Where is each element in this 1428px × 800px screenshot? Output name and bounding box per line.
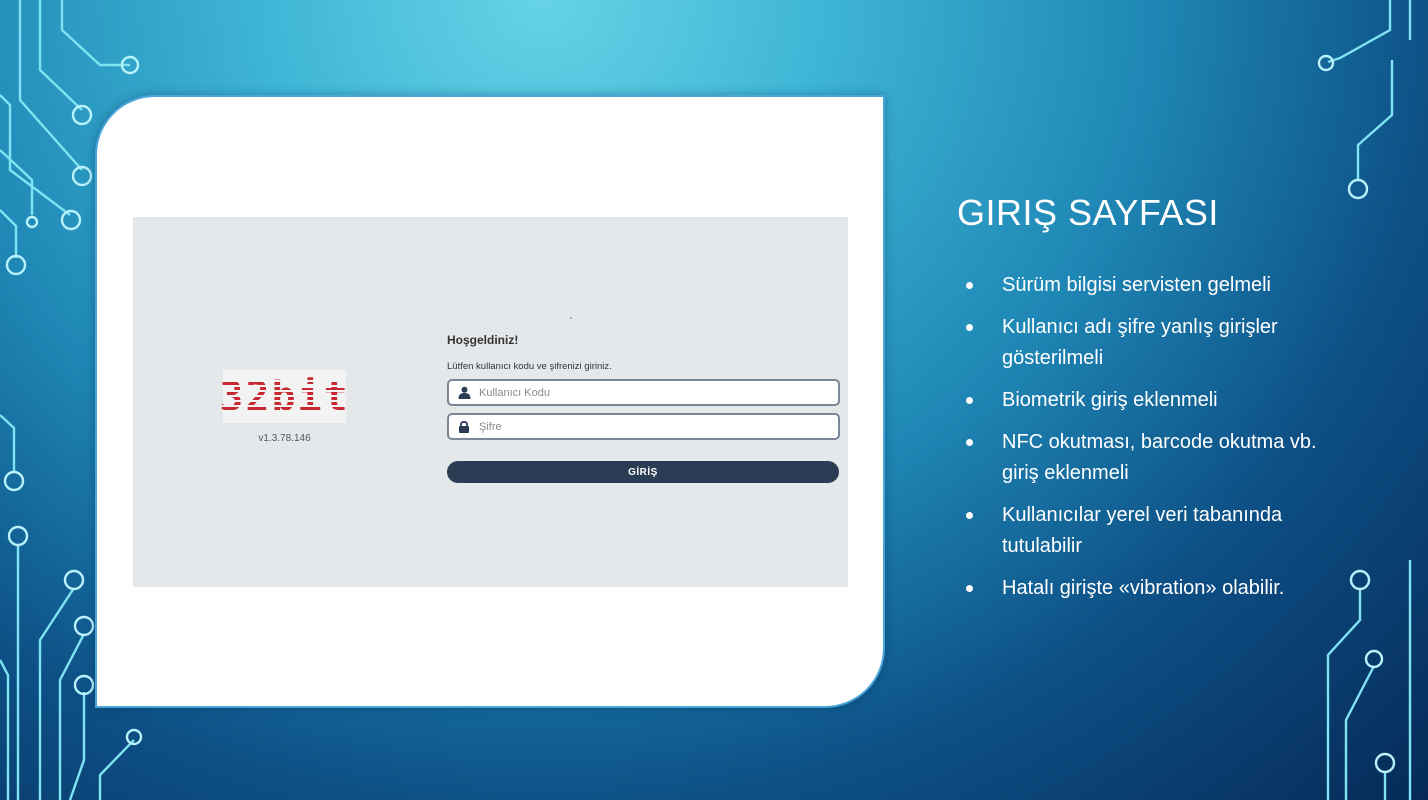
bullet-text: Kullanıcı adı şifre yanlış girişler göst… bbox=[1002, 316, 1278, 369]
company-logo: 32bit bbox=[219, 370, 348, 423]
bullet-item: Kullanıcılar yerel veri tabanında tutula… bbox=[962, 500, 1332, 562]
bullet-dot bbox=[966, 512, 973, 519]
username-field[interactable] bbox=[447, 379, 840, 406]
bullet-text: Hatalı girişte «vibration» olabilir. bbox=[1002, 577, 1285, 599]
bullet-list: Sürüm bilgisi servisten gelmeli Kullanıc… bbox=[962, 270, 1332, 615]
version-label: v1.3.78.146 bbox=[258, 433, 311, 444]
bullet-text: NFC okutması, barcode okutma vb. giriş e… bbox=[1002, 431, 1317, 484]
slide-title: GIRIŞ SAYFASI bbox=[957, 192, 1219, 233]
welcome-heading: Hoşgeldiniz! bbox=[447, 333, 519, 347]
bullet-item: Biometrik giriş eklenmeli bbox=[962, 385, 1332, 416]
user-icon bbox=[457, 386, 471, 400]
bullet-text: Sürüm bilgisi servisten gelmeli bbox=[1002, 274, 1271, 296]
bullet-item: Sürüm bilgisi servisten gelmeli bbox=[962, 270, 1332, 301]
bullet-dot bbox=[966, 324, 973, 331]
bullet-dot bbox=[966, 439, 973, 446]
password-field[interactable] bbox=[447, 413, 840, 440]
bullet-dot bbox=[966, 585, 973, 592]
logo-text: 32bit bbox=[219, 373, 350, 420]
bullet-text: Biometrik giriş eklenmeli bbox=[1002, 389, 1218, 411]
login-instruction: Lütfen kullanıcı kodu ve şifrenizi girin… bbox=[447, 361, 612, 372]
login-button[interactable]: GİRİŞ bbox=[447, 461, 839, 483]
bullet-text: Kullanıcılar yerel veri tabanında tutula… bbox=[1002, 504, 1283, 557]
dot-mark bbox=[570, 317, 572, 319]
bullet-dot bbox=[966, 397, 973, 404]
lock-icon bbox=[457, 420, 471, 434]
username-input[interactable] bbox=[477, 385, 821, 400]
bullet-dot bbox=[966, 282, 973, 289]
bullet-item: Kullanıcı adı şifre yanlış girişler göst… bbox=[962, 312, 1332, 374]
bullet-item: NFC okutması, barcode okutma vb. giriş e… bbox=[962, 427, 1332, 489]
password-input[interactable] bbox=[477, 419, 821, 434]
screenshot-card: 32bit v1.3.78.146 Hoşgeldiniz! Lütfen ku… bbox=[95, 95, 885, 708]
login-screenshot: 32bit v1.3.78.146 Hoşgeldiniz! Lütfen ku… bbox=[133, 217, 848, 587]
bullet-item: Hatalı girişte «vibration» olabilir. bbox=[962, 573, 1332, 604]
